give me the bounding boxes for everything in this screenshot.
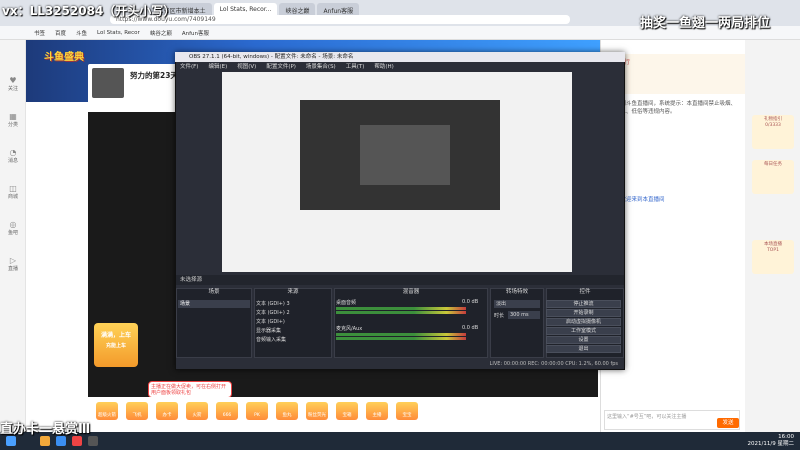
gift-item[interactable]: 鱼丸 (276, 402, 298, 420)
source-item[interactable]: 文本 (GDI+) (256, 318, 285, 325)
bookmark[interactable]: 斗鱼 (76, 29, 87, 37)
menu-item[interactable]: 工具(T) (346, 63, 365, 72)
cart-icon: ◫ (9, 184, 17, 193)
transition-select[interactable]: 淡出 (494, 300, 540, 308)
dock-title: 混音器 (402, 289, 420, 295)
audio-meter (336, 333, 466, 336)
fish-icon: ◎ (9, 220, 17, 229)
bookmark[interactable]: 百度 (55, 29, 66, 37)
obs-statusbar: LIVE: 00:00:00 REC: 00:00:00 CPU: 1.2%, … (176, 360, 624, 369)
grid-icon: ▦ (9, 112, 17, 121)
bookmark[interactable]: Lol Stats, Recor (97, 30, 140, 36)
gift-bar: 超级火箭 飞机 办卡 火箭 666 PK 鱼丸 粉丝荧光棒 宝箱 主播 宝宝 (88, 397, 600, 425)
far-right-panel (745, 40, 800, 432)
menu-item[interactable]: 场景集合(S) (306, 63, 336, 72)
menu-item[interactable]: 视图(V) (237, 63, 256, 72)
settings-button[interactable]: 设置 (546, 336, 621, 344)
virtual-camera-button[interactable]: 启动虚拟摄像机 (546, 318, 621, 326)
mixer-level: 0.0 dB (462, 325, 479, 331)
live-rank-card[interactable]: 本场直播 TOP1 (752, 240, 794, 274)
gift-item[interactable]: 粉丝荧光棒 (306, 402, 328, 420)
address-bar[interactable]: https://www.douyu.com/7409149 (110, 15, 570, 24)
menu-item[interactable]: 配置文件(P) (266, 63, 296, 72)
gift-item[interactable]: 宝宝 (396, 402, 418, 420)
nav-item-shop[interactable]: ◫ 商城 (0, 184, 26, 200)
anchor-name: 努力的第23天 (130, 71, 178, 80)
mixer-label: 桌面音频 (336, 300, 357, 306)
avatar[interactable] (92, 68, 124, 98)
watermark-bottom: 直办卡一悬赏Ⅲ (0, 422, 91, 437)
popup-tip[interactable]: 主播正在做大促卖，可在右侧打开用户面板领取礼包 (148, 381, 232, 398)
obs-titlebar: OBS 27.1.1 (64-bit, windows) - 配置文件: 未命名… (175, 52, 625, 62)
nav-item-live[interactable]: ▷ 直播 (0, 256, 26, 272)
nav-item-fishbar[interactable]: ◎ 鱼吧 (0, 220, 26, 236)
bookmark[interactable]: Anfun客服 (182, 29, 209, 37)
watermark-lottery: 抽奖一鱼翅一两局排位 (639, 16, 770, 31)
audio-meter (336, 307, 466, 310)
taskbar-app-icon[interactable] (72, 436, 82, 446)
banner-logo: 斗鱼盛典 (44, 52, 84, 63)
live-icon: ▷ (9, 256, 17, 265)
start-recording-button[interactable]: 开始录制 (546, 309, 621, 317)
scenes-dock (176, 288, 252, 358)
stop-streaming-button[interactable]: 停止推流 (546, 300, 621, 308)
source-item[interactable]: 音频输入采集 (256, 336, 286, 343)
dock-title: 控件 (579, 289, 591, 295)
bookmark[interactable]: 书签 (34, 29, 45, 37)
gift-item[interactable]: 666 (216, 402, 238, 420)
windows-taskbar (0, 432, 800, 450)
promo-card[interactable]: 满满，上车 充能上车 (94, 323, 138, 367)
left-nav: ♥ 关注 ▦ 分类 ◔ 消息 ◫ 商城 ◎ 鱼吧 ▷ 直播 (0, 40, 26, 432)
nav-item-category[interactable]: ▦ 分类 (0, 112, 26, 128)
gift-item[interactable]: 火箭 (186, 402, 208, 420)
bookmark[interactable]: 峡谷之巅 (150, 29, 172, 37)
dock-title: 转场特效 (505, 289, 528, 295)
scene-item[interactable]: 场景 (178, 300, 250, 308)
gift-item[interactable]: 办卡 (156, 402, 178, 420)
taskbar-app-icon[interactable] (40, 436, 50, 446)
audio-meter (336, 337, 466, 340)
menu-item[interactable]: 编辑(E) (208, 63, 227, 72)
heart-icon: ♥ (9, 76, 17, 85)
dock-title: 场景 (208, 289, 220, 295)
taskbar-app-icon[interactable] (56, 436, 66, 446)
duration-input[interactable]: 300 ms (508, 311, 540, 319)
preview-nested-screen (360, 125, 450, 185)
dock-title: 来源 (287, 289, 299, 295)
obs-menubar: 文件(F) 编辑(E) 视图(V) 配置文件(P) 场景集合(S) 工具(T) … (176, 63, 624, 72)
gift-guide-card[interactable]: 礼物指引 0/3333 (752, 115, 794, 149)
clock[interactable]: 16:00 2021/11/9 星期二 (748, 434, 794, 448)
gift-item[interactable]: 超级火箭 (96, 402, 118, 420)
bell-icon: ◔ (9, 148, 17, 157)
source-item[interactable]: 文本 (GDI+) 3 (256, 300, 290, 307)
gift-item[interactable]: PK (246, 402, 268, 420)
menu-item[interactable]: 帮助(H) (374, 63, 393, 72)
mixer-level: 0.0 dB (462, 299, 479, 305)
gift-item[interactable]: 宝箱 (336, 402, 358, 420)
source-item[interactable]: 显示器采集 (256, 327, 281, 334)
nav-item-follow[interactable]: ♥ 关注 (0, 76, 26, 92)
send-button[interactable]: 发送 (717, 418, 739, 428)
gift-item[interactable]: 飞机 (126, 402, 148, 420)
duration-label: 时长 (494, 313, 505, 319)
gift-item[interactable]: 主播 (366, 402, 388, 420)
obs-source-status: 未选择源 (176, 275, 624, 285)
start-icon[interactable] (6, 436, 16, 446)
source-item[interactable]: 文本 (GDI+) 2 (256, 309, 290, 316)
daily-task-card[interactable]: 每日任务 (752, 160, 794, 194)
nav-item-message[interactable]: ◔ 消息 (0, 148, 26, 164)
audio-meter (336, 311, 466, 314)
watermark-contact: vx：LL3252084（开头小写） (2, 4, 176, 18)
exit-button[interactable]: 退出 (546, 345, 621, 353)
transitions-dock (490, 288, 544, 358)
taskbar-app-icon[interactable] (88, 436, 98, 446)
mixer-label: 麦克风/Aux (336, 326, 363, 332)
menu-item[interactable]: 文件(F) (180, 63, 198, 72)
studio-mode-button[interactable]: 工作室模式 (546, 327, 621, 335)
